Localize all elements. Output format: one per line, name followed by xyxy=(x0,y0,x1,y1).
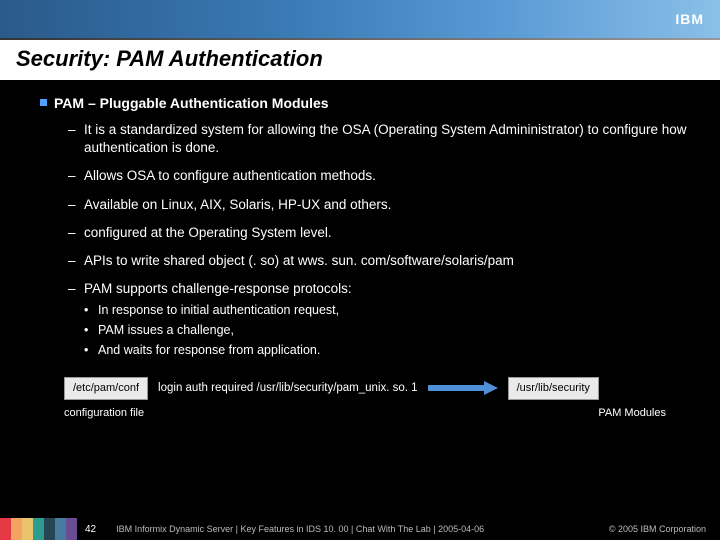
list-item: APIs to write shared object (. so) at ww… xyxy=(68,252,690,270)
color-blocks xyxy=(0,518,77,540)
list-item: configured at the Operating System level… xyxy=(68,224,690,242)
config-label: configuration file xyxy=(64,406,144,421)
config-box: /etc/pam/conf xyxy=(64,377,148,400)
slide-content: PAM – Pluggable Authentication Modules I… xyxy=(0,80,720,421)
modules-box: /usr/lib/security xyxy=(508,377,599,400)
list-item: It is a standardized system for allowing… xyxy=(68,121,690,157)
list-item: PAM issues a challenge, xyxy=(84,322,690,339)
copyright: © 2005 IBM Corporation xyxy=(609,524,720,534)
slide-footer: 42 IBM Informix Dynamic Server | Key Fea… xyxy=(0,518,720,540)
modules-label: PAM Modules xyxy=(598,406,666,421)
diagram-row: /etc/pam/conf login auth required /usr/l… xyxy=(64,377,690,400)
list-item: Allows OSA to configure authentication m… xyxy=(68,167,690,185)
list-item: Available on Linux, AIX, Solaris, HP-UX … xyxy=(68,196,690,214)
slide-number: 42 xyxy=(85,524,96,535)
slide-title: Security: PAM Authentication xyxy=(0,40,720,80)
dash-list: It is a standardized system for allowing… xyxy=(40,121,690,299)
footer-text: IBM Informix Dynamic Server | Key Featur… xyxy=(116,524,609,534)
arrow-icon xyxy=(428,381,498,395)
list-item: In response to initial authentication re… xyxy=(84,302,690,319)
dot-list: In response to initial authentication re… xyxy=(40,302,690,359)
ibm-logo: IBM xyxy=(675,11,704,27)
config-line: login auth required /usr/lib/security/pa… xyxy=(158,381,418,397)
list-item: And waits for response from application. xyxy=(84,342,690,359)
diagram-labels: configuration file PAM Modules xyxy=(64,406,672,421)
main-bullet: PAM – Pluggable Authentication Modules xyxy=(40,94,690,113)
header-band: IBM xyxy=(0,0,720,38)
list-item: PAM supports challenge-response protocol… xyxy=(68,280,690,298)
